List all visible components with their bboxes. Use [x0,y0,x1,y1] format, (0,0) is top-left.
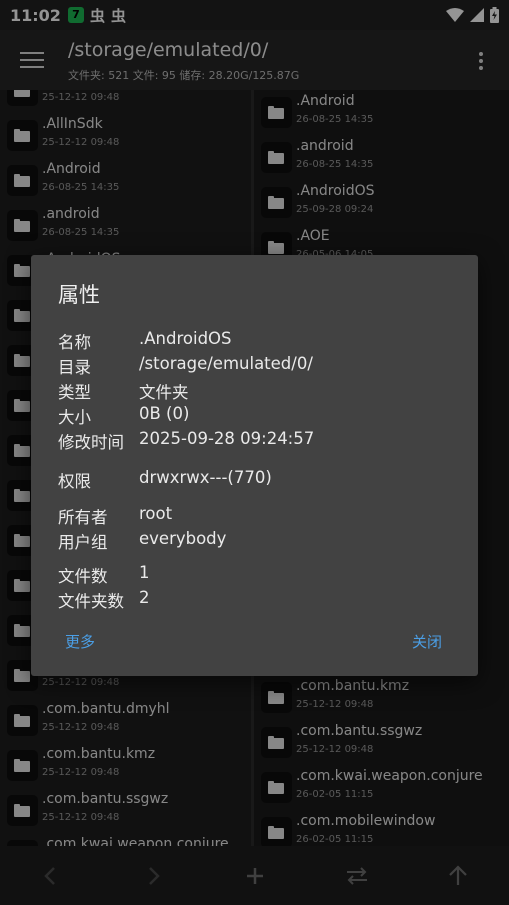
prop-label: 所有者 [58,508,108,527]
prop-value: 0B (0) [139,404,190,423]
prop-value: 2 [139,588,150,607]
prop-label: 文件夹数 [58,592,124,611]
prop-label: 权限 [58,472,91,491]
properties-dialog: 属性 名称 .AndroidOS 目录 /storage/emulated/0/… [31,255,478,676]
prop-label: 目录 [58,358,91,377]
prop-value: everybody [139,529,227,548]
dialog-title: 属性 [58,283,100,307]
prop-value: 2025-09-28 09:24:57 [139,429,315,448]
prop-value: .AndroidOS [139,329,232,348]
prop-label: 用户组 [58,533,108,552]
more-button[interactable]: 更多 [65,631,95,652]
prop-label: 类型 [58,383,91,402]
prop-value: 文件夹 [139,383,189,402]
prop-value: root [139,504,173,523]
prop-value: /storage/emulated/0/ [139,354,313,373]
prop-label: 大小 [58,408,91,427]
prop-value: drwxrwx---(770) [139,468,272,487]
prop-label: 文件数 [58,567,108,586]
prop-label: 修改时间 [58,433,124,452]
close-button[interactable]: 关闭 [412,631,442,652]
prop-label: 名称 [58,333,91,352]
prop-value: 1 [139,563,150,582]
